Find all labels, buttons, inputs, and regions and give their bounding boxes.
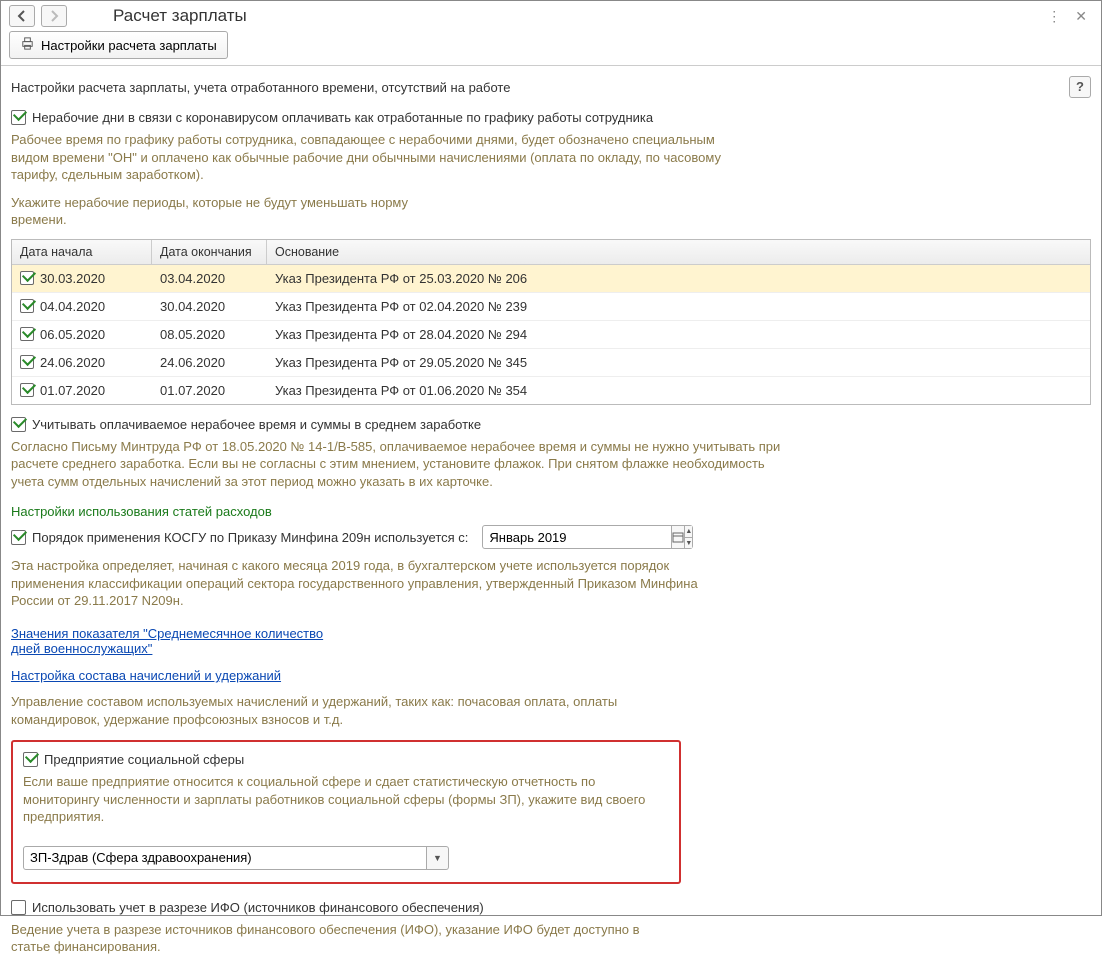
ifo-description: Ведение учета в разрезе источников финан… bbox=[11, 921, 651, 956]
window-header: Расчет зарплаты ⋮ ✕ bbox=[1, 1, 1101, 27]
toolbar: Настройки расчета зарплаты bbox=[1, 27, 1101, 66]
social-sphere-combo[interactable] bbox=[23, 846, 427, 870]
subtitle-text: Настройки расчета зарплаты, учета отрабо… bbox=[11, 80, 510, 95]
social-sphere-highlight: Предприятие социальной сферы Если ваше п… bbox=[11, 740, 681, 884]
accruals-hint: Управление составом используемых начисле… bbox=[11, 693, 631, 728]
arrow-left-icon bbox=[16, 10, 28, 22]
table-row[interactable]: 06.05.2020 08.05.2020 Указ Президента РФ… bbox=[12, 321, 1090, 349]
row-checkbox[interactable] bbox=[20, 271, 34, 285]
military-days-link[interactable]: Значения показателя "Среднемесячное коли… bbox=[11, 626, 351, 656]
ifo-checkbox[interactable] bbox=[11, 900, 26, 915]
calendar-icon bbox=[672, 531, 684, 543]
kosgu-checkbox[interactable] bbox=[11, 530, 26, 545]
social-sphere-label: Предприятие социальной сферы bbox=[44, 752, 244, 767]
nonworking-days-description: Рабочее время по графику работы сотрудни… bbox=[11, 131, 721, 184]
nav-back-button[interactable] bbox=[9, 5, 35, 27]
col-start-header[interactable]: Дата начала bbox=[12, 240, 152, 264]
kosgu-label: Порядок применения КОСГУ по Приказу Минф… bbox=[32, 530, 468, 545]
nonworking-periods-hint: Укажите нерабочие периоды, которые не бу… bbox=[11, 194, 411, 229]
periods-table: Дата начала Дата окончания Основание 30.… bbox=[11, 239, 1091, 405]
print-settings-label: Настройки расчета зарплаты bbox=[41, 38, 217, 53]
include-in-average-description: Согласно Письму Минтруда РФ от 18.05.202… bbox=[11, 438, 791, 491]
ifo-label: Использовать учет в разрезе ИФО (источни… bbox=[32, 900, 484, 915]
accruals-settings-link[interactable]: Настройка состава начислений и удержаний bbox=[11, 668, 281, 683]
nonworking-days-label: Нерабочие дни в связи с коронавирусом оп… bbox=[32, 110, 653, 125]
spin-up-button[interactable]: ▲ bbox=[685, 526, 692, 538]
include-in-average-label: Учитывать оплачиваемое нерабочее время и… bbox=[32, 417, 481, 432]
page-title: Расчет зарплаты bbox=[113, 6, 247, 26]
col-basis-header[interactable]: Основание bbox=[267, 240, 1090, 264]
kosgu-description: Эта настройка определяет, начиная с како… bbox=[11, 557, 711, 610]
combo-dropdown-button[interactable]: ▼ bbox=[427, 846, 449, 870]
row-checkbox[interactable] bbox=[20, 355, 34, 369]
table-row[interactable]: 04.04.2020 30.04.2020 Указ Президента РФ… bbox=[12, 293, 1090, 321]
calendar-button[interactable] bbox=[672, 525, 685, 549]
row-checkbox[interactable] bbox=[20, 327, 34, 341]
row-checkbox[interactable] bbox=[20, 299, 34, 313]
kosgu-date-input[interactable] bbox=[482, 525, 672, 549]
nav-forward-button[interactable] bbox=[41, 5, 67, 27]
table-row[interactable]: 01.07.2020 01.07.2020 Указ Президента РФ… bbox=[12, 377, 1090, 404]
table-row[interactable]: 30.03.2020 03.04.2020 Указ Президента РФ… bbox=[12, 265, 1090, 293]
table-row[interactable]: 24.06.2020 24.06.2020 Указ Президента РФ… bbox=[12, 349, 1090, 377]
social-sphere-checkbox[interactable] bbox=[23, 752, 38, 767]
expense-heading: Настройки использования статей расходов bbox=[11, 504, 1091, 519]
include-in-average-checkbox[interactable] bbox=[11, 417, 26, 432]
arrow-right-icon bbox=[48, 10, 60, 22]
kebab-menu-icon[interactable]: ⋮ bbox=[1047, 8, 1061, 25]
row-checkbox[interactable] bbox=[20, 383, 34, 397]
printer-icon bbox=[20, 36, 35, 54]
nonworking-days-checkbox[interactable] bbox=[11, 110, 26, 125]
help-button[interactable]: ? bbox=[1069, 76, 1091, 98]
close-icon[interactable]: ✕ bbox=[1075, 8, 1087, 25]
spin-down-button[interactable]: ▼ bbox=[685, 538, 692, 549]
col-end-header[interactable]: Дата окончания bbox=[152, 240, 267, 264]
social-sphere-description: Если ваше предприятие относится к социал… bbox=[23, 773, 663, 826]
print-settings-button[interactable]: Настройки расчета зарплаты bbox=[9, 31, 228, 59]
